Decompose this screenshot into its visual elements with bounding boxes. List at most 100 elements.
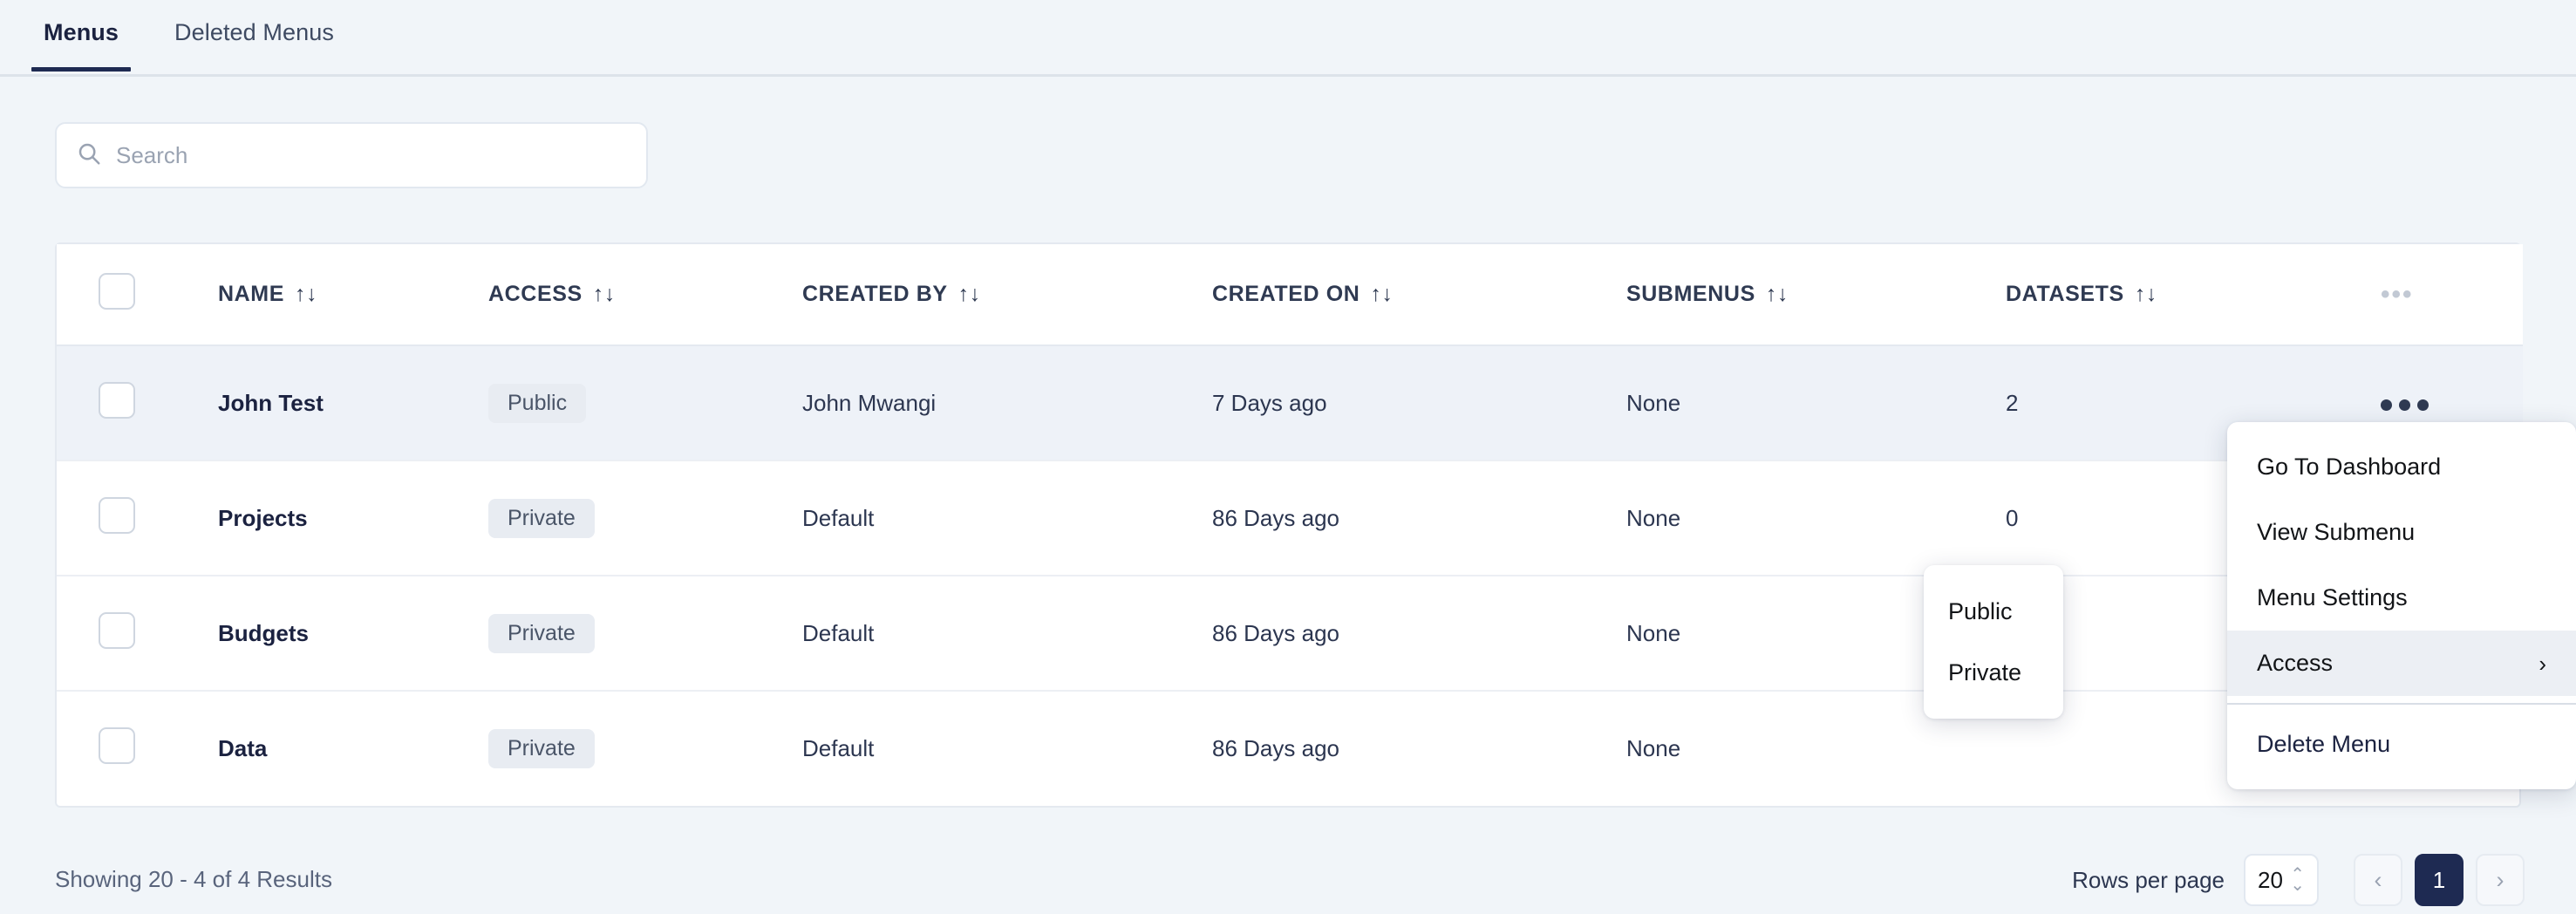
next-page-button[interactable]: ›	[2476, 854, 2525, 906]
tab-menus[interactable]: Menus	[16, 0, 147, 72]
access-badge: Private	[488, 498, 595, 538]
header-created-on[interactable]: CREATED ON ↑↓	[1212, 244, 1626, 346]
cell-created-on: 86 Days ago	[1212, 504, 1339, 531]
cell-access: Public	[488, 345, 802, 460]
search-container	[55, 122, 648, 188]
table-body: John Test Public John Mwangi 7 Days ago …	[57, 345, 2523, 806]
access-badge: Public	[488, 383, 587, 423]
cell-created-by: Default	[802, 735, 875, 761]
header-created-on-label: CREATED ON	[1212, 282, 1360, 306]
select-all-checkbox[interactable]	[99, 273, 135, 310]
access-badge: Private	[488, 729, 595, 768]
table-row[interactable]: Budgets Private Default 86 Days ago None	[57, 576, 2523, 691]
table-row[interactable]: Data Private Default 86 Days ago None	[57, 691, 2523, 806]
chevron-left-icon: ‹	[2374, 866, 2382, 893]
menu-item-access-label: Access	[2257, 650, 2334, 676]
header-created-by[interactable]: CREATED BY ↑↓	[802, 244, 1212, 346]
menus-table-card: NAME ↑↓ ACCESS ↑↓ CREATED BY ↑↓ CREATED …	[55, 242, 2523, 808]
page-button-1[interactable]: 1	[2415, 854, 2464, 906]
rows-per-page-value: 20	[2258, 866, 2283, 893]
access-submenu: Public Private	[1924, 565, 2063, 719]
page-buttons: ‹ 1 ›	[2354, 854, 2525, 906]
menu-item-delete-menu-label: Delete Menu	[2257, 731, 2391, 757]
submenu-item-private[interactable]: Private	[1924, 642, 2063, 703]
row-context-menu: Go To Dashboard View Submenu Menu Settin…	[2227, 422, 2576, 789]
sort-icon-access[interactable]: ↑↓	[593, 282, 616, 307]
showing-results-text: Showing 20 - 4 of 4 Results	[55, 866, 332, 892]
header-column-options[interactable]: •••	[2381, 244, 2523, 346]
row-checkbox[interactable]	[99, 611, 135, 649]
sort-icon-created-on[interactable]: ↑↓	[1370, 282, 1393, 307]
search-box[interactable]	[55, 122, 648, 188]
row-checkbox[interactable]	[99, 381, 135, 419]
menu-item-go-to-dashboard[interactable]: Go To Dashboard	[2227, 434, 2576, 500]
cell-access: Private	[488, 576, 802, 691]
tab-bar-divider	[0, 74, 2576, 77]
sort-icon-created-by[interactable]: ↑↓	[958, 282, 981, 307]
cell-name: Budgets	[218, 619, 309, 646]
cell-submenus: None	[1626, 504, 1681, 531]
header-created-by-label: CREATED BY	[802, 282, 948, 306]
menus-table: NAME ↑↓ ACCESS ↑↓ CREATED BY ↑↓ CREATED …	[57, 244, 2523, 806]
menu-divider	[2227, 703, 2576, 705]
header-access[interactable]: ACCESS ↑↓	[488, 244, 802, 346]
tab-menus-label: Menus	[44, 19, 119, 45]
header-access-label: ACCESS	[488, 282, 583, 306]
row-select-cell	[57, 691, 218, 806]
header-name-label: NAME	[218, 282, 285, 306]
sort-icon-submenus[interactable]: ↑↓	[1766, 282, 1789, 307]
row-actions-kebab-icon[interactable]	[2381, 399, 2429, 411]
menu-item-menu-settings[interactable]: Menu Settings	[2227, 565, 2576, 631]
header-name[interactable]: NAME ↑↓	[218, 244, 488, 346]
pagination-controls: Rows per page 20 ⌃ ⌄ ‹ 1 ›	[2072, 854, 2525, 906]
row-checkbox[interactable]	[99, 496, 135, 534]
cell-access: Private	[488, 460, 802, 576]
header-submenus-label: SUBMENUS	[1626, 282, 1755, 306]
search-input[interactable]	[116, 141, 627, 169]
table-footer: Showing 20 - 4 of 4 Results Rows per pag…	[0, 850, 2576, 914]
cell-created-on: 7 Days ago	[1212, 389, 1327, 416]
submenu-item-public-label: Public	[1948, 597, 2013, 624]
sort-icon-datasets[interactable]: ↑↓	[2135, 282, 2157, 307]
menu-item-delete-menu[interactable]: Delete Menu	[2227, 712, 2576, 777]
cell-created-on: 86 Days ago	[1212, 619, 1339, 646]
header-datasets-label: DATASETS	[2006, 282, 2124, 306]
cell-submenus: None	[1626, 389, 1681, 416]
rows-per-page-label: Rows per page	[2072, 866, 2225, 893]
chevron-right-icon: ›	[2539, 650, 2546, 677]
header-kebab-icon[interactable]: •••	[2381, 280, 2414, 309]
cell-created-on: 86 Days ago	[1212, 735, 1339, 761]
submenu-item-public[interactable]: Public	[1924, 581, 2063, 642]
table-head: NAME ↑↓ ACCESS ↑↓ CREATED BY ↑↓ CREATED …	[57, 244, 2523, 346]
table-header-row: NAME ↑↓ ACCESS ↑↓ CREATED BY ↑↓ CREATED …	[57, 244, 2523, 346]
search-icon	[76, 140, 102, 171]
menu-item-go-to-dashboard-label: Go To Dashboard	[2257, 454, 2442, 480]
header-datasets[interactable]: DATASETS ↑↓	[2006, 244, 2381, 346]
cell-name: Projects	[218, 504, 308, 531]
tab-deleted-menus[interactable]: Deleted Menus	[147, 0, 362, 69]
chevron-updown-icon[interactable]: ⌃ ⌄	[2290, 865, 2305, 894]
cell-created-by: John Mwangi	[802, 389, 937, 416]
sort-icon-name[interactable]: ↑↓	[295, 282, 317, 307]
menu-item-access[interactable]: Access ›	[2227, 631, 2576, 696]
access-badge: Private	[488, 613, 595, 653]
submenu-item-private-label: Private	[1948, 658, 2022, 686]
rows-per-page-select[interactable]: 20 ⌃ ⌄	[2244, 854, 2319, 906]
page-button-1-label: 1	[2432, 866, 2446, 893]
menu-item-view-submenu[interactable]: View Submenu	[2227, 500, 2576, 565]
tab-bar: Menus Deleted Menus	[0, 0, 2576, 77]
table-row[interactable]: Projects Private Default 86 Days ago Non…	[57, 460, 2523, 576]
menu-item-menu-settings-label: Menu Settings	[2257, 584, 2408, 610]
menu-item-view-submenu-label: View Submenu	[2257, 519, 2416, 545]
header-select-all-cell	[57, 244, 218, 346]
table-row[interactable]: John Test Public John Mwangi 7 Days ago …	[57, 345, 2523, 460]
row-select-cell	[57, 460, 218, 576]
prev-page-button[interactable]: ‹	[2354, 854, 2402, 906]
cell-name: Data	[218, 735, 268, 761]
header-submenus[interactable]: SUBMENUS ↑↓	[1626, 244, 2006, 346]
row-select-cell	[57, 345, 218, 460]
cell-name: John Test	[218, 389, 324, 416]
cell-created-by: Default	[802, 504, 875, 531]
chevron-right-icon: ›	[2496, 866, 2504, 893]
row-checkbox[interactable]	[99, 727, 135, 764]
